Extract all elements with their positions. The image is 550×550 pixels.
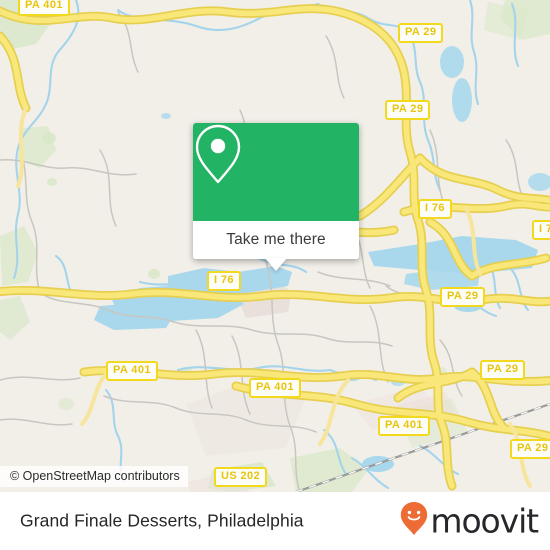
osm-attribution[interactable]: © OpenStreetMap contributors [0, 466, 188, 487]
moovit-wordmark: moovit [430, 501, 539, 541]
page-title: Grand Finale Desserts, Philadelphia [20, 510, 304, 531]
take-me-there-button[interactable]: Take me there [193, 221, 359, 259]
moovit-map-screenshot: PA 401 PA 29 PA 29 I 76 I 76 I 76 PA 29 … [0, 0, 550, 550]
highway-shield: PA 401 [249, 378, 301, 398]
moovit-pin-icon [399, 501, 429, 542]
highway-shield: PA 401 [18, 0, 70, 16]
highway-shield: I 76 [418, 199, 452, 219]
callout-header [193, 123, 359, 221]
location-callout-card[interactable]: Take me there [193, 123, 359, 271]
highway-shield: PA 29 [385, 100, 431, 120]
highway-shield: PA 401 [378, 416, 430, 436]
highway-shield: I 76 [532, 220, 550, 240]
highway-shield: PA 29 [440, 287, 486, 307]
highway-shield: PA 29 [398, 23, 444, 43]
moovit-logo[interactable]: moovit [399, 501, 539, 542]
callout-tail [265, 258, 287, 271]
highway-shield: PA 29 [480, 360, 526, 380]
highway-shield: I 76 [207, 271, 241, 291]
footer-bar: Grand Finale Desserts, Philadelphia moov… [0, 492, 550, 550]
highway-shield: PA 401 [106, 361, 158, 381]
highway-shield: US 202 [214, 467, 268, 487]
map-canvas[interactable]: PA 401 PA 29 PA 29 I 76 I 76 I 76 PA 29 … [0, 0, 550, 492]
highway-shield: PA 29 [510, 439, 550, 459]
